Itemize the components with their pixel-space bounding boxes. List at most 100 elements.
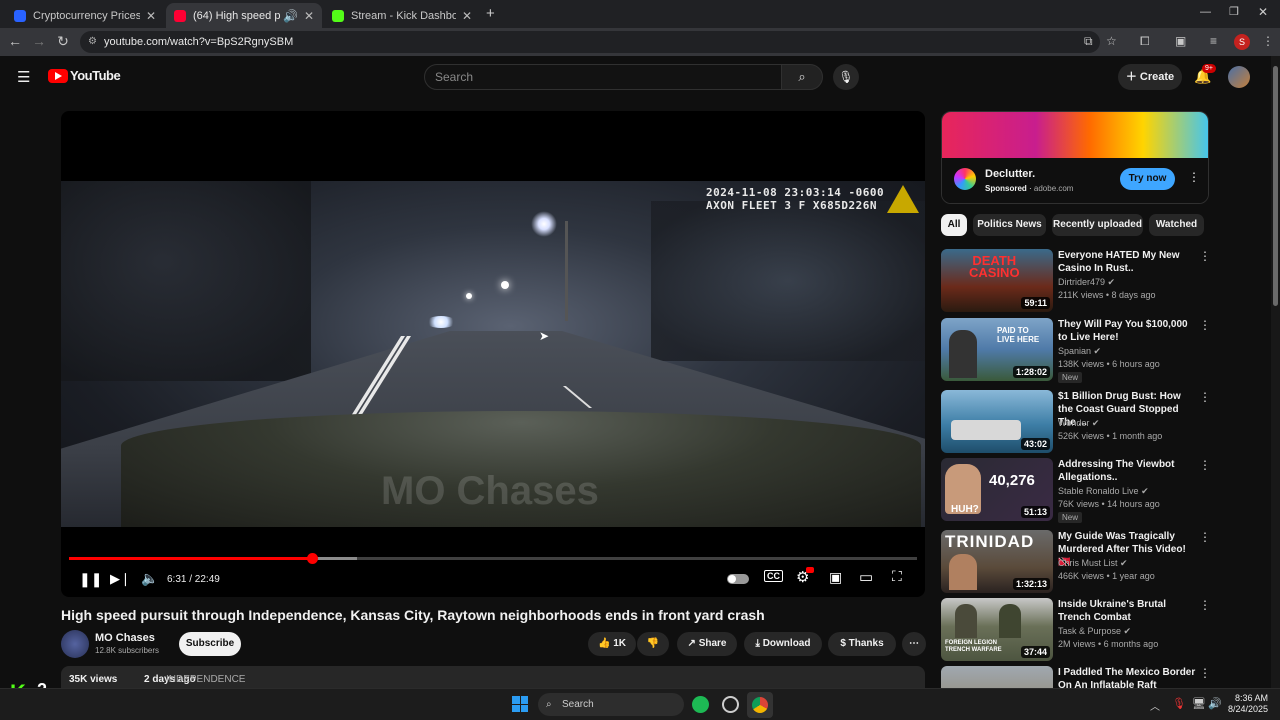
search-input[interactable]: Search: [424, 64, 782, 90]
close-tab-icon[interactable]: ✕: [304, 9, 314, 23]
chip-watched[interactable]: Watched: [1149, 214, 1204, 236]
recommended-video[interactable]: I Paddled The Mexico Border On An Inflat…: [941, 666, 1211, 688]
new-tab-button[interactable]: +: [486, 5, 495, 22]
ad-menu-icon[interactable]: ⋮: [1188, 170, 1200, 184]
rec-title[interactable]: Everyone HATED My New Casino In Rust..: [1058, 249, 1198, 275]
volume-icon[interactable]: 🔈: [141, 570, 158, 587]
video-thumbnail[interactable]: FOREIGN LEGION TRENCH WARFARE 37:44: [941, 598, 1053, 661]
extensions-icon[interactable]: ⧠: [1140, 34, 1150, 49]
chip-all[interactable]: All: [941, 214, 967, 236]
share-button[interactable]: ↗ Share: [677, 632, 737, 656]
spotify-icon[interactable]: [692, 696, 709, 713]
channel-name[interactable]: MO Chases: [95, 632, 155, 644]
create-button[interactable]: ＋ Create: [1118, 64, 1182, 90]
browser-tab-3[interactable]: Stream - Kick Dashboard ✕: [324, 3, 480, 28]
close-tab-icon[interactable]: ✕: [146, 9, 156, 23]
profile-avatar[interactable]: S: [1234, 34, 1250, 50]
window-close-icon[interactable]: ✕: [1258, 5, 1268, 19]
rec-menu-icon[interactable]: ⋮: [1199, 598, 1211, 612]
next-icon[interactable]: ▶❘: [110, 571, 131, 587]
theater-mode-icon[interactable]: ▭: [859, 568, 873, 586]
captions-icon[interactable]: CC: [764, 570, 783, 582]
scrollbar-thumb[interactable]: [1273, 66, 1278, 306]
speaker-tray-icon[interactable]: 🔊: [1208, 697, 1222, 710]
sponsored-ad[interactable]: Declutter. Sponsored · adobe.com Try now…: [941, 111, 1209, 204]
install-app-icon[interactable]: ⧉: [1084, 34, 1093, 49]
rec-menu-icon[interactable]: ⋮: [1199, 318, 1211, 332]
progress-scrubber[interactable]: [306, 553, 318, 564]
subscribe-button[interactable]: Subscribe: [179, 632, 241, 656]
autoplay-toggle[interactable]: [727, 574, 749, 584]
rec-channel[interactable]: Chris Must List ✔: [1058, 558, 1128, 569]
close-tab-icon[interactable]: ✕: [462, 9, 472, 23]
hamburger-menu-icon[interactable]: ☰: [17, 68, 30, 86]
restore-icon[interactable]: ❐: [1229, 5, 1239, 18]
hashtag[interactable]: INDEPENDENCE: [166, 674, 245, 685]
rec-channel[interactable]: Wonder ✔: [1058, 418, 1099, 429]
back-icon[interactable]: ←: [6, 33, 24, 49]
address-bar[interactable]: ⚙ youtube.com/watch?v=BpS2RgnySBM: [80, 31, 1100, 53]
account-avatar[interactable]: [1228, 66, 1250, 88]
ad-banner-image[interactable]: [942, 112, 1208, 158]
browser-tab-1[interactable]: Cryptocurrency Prices, Charts A ✕: [6, 3, 164, 28]
recommended-video[interactable]: 40,276 HUH? 51:13 Addressing The Viewbot…: [941, 458, 1211, 523]
reload-icon[interactable]: ↻: [54, 33, 72, 50]
minimize-icon[interactable]: —: [1200, 6, 1211, 18]
youtube-logo-text[interactable]: YouTube: [70, 68, 121, 83]
rec-channel[interactable]: Spanian ✔: [1058, 346, 1101, 357]
chip-recently-uploaded[interactable]: Recently uploaded: [1052, 214, 1143, 236]
recommended-video[interactable]: FOREIGN LEGION TRENCH WARFARE 37:44 Insi…: [941, 598, 1211, 662]
windows-start-icon[interactable]: [512, 696, 528, 712]
clock[interactable]: 8:36 AM 8/24/2025: [1224, 693, 1268, 715]
try-now-button[interactable]: Try now: [1120, 168, 1175, 190]
menu-kebab-icon[interactable]: ⋮: [1262, 34, 1274, 48]
rec-menu-icon[interactable]: ⋮: [1199, 666, 1211, 680]
site-info-icon[interactable]: ⚙: [88, 31, 97, 53]
youtube-logo-icon[interactable]: [48, 69, 68, 83]
search-button[interactable]: ⌕: [781, 64, 823, 90]
taskbar-chrome-active[interactable]: [747, 692, 773, 718]
recommended-video[interactable]: TRINIDAD 1:32:13 My Guide Was Tragically…: [941, 530, 1211, 594]
rec-title[interactable]: Inside Ukraine's Brutal Trench Combat: [1058, 598, 1198, 624]
rec-title[interactable]: I Paddled The Mexico Border On An Inflat…: [1058, 666, 1198, 688]
more-actions-button[interactable]: ⋯: [902, 632, 926, 656]
video-thumbnail[interactable]: 43:02: [941, 390, 1053, 453]
pause-icon[interactable]: ❚❚: [79, 571, 102, 588]
speaker-icon[interactable]: 🔊: [283, 9, 298, 23]
rec-menu-icon[interactable]: ⋮: [1199, 458, 1211, 472]
recommended-video[interactable]: 43:02 $1 Billion Drug Bust: How the Coas…: [941, 390, 1211, 454]
rec-menu-icon[interactable]: ⋮: [1199, 530, 1211, 544]
rec-channel[interactable]: Dirtrider479 ✔: [1058, 277, 1115, 288]
rec-channel[interactable]: Task & Purpose ✔: [1058, 626, 1131, 637]
voice-search-button[interactable]: 🎙: [833, 64, 859, 90]
video-thumbnail[interactable]: [941, 666, 1053, 688]
video-thumbnail[interactable]: 40,276 HUH? 51:13: [941, 458, 1053, 521]
thanks-button[interactable]: $ Thanks: [828, 632, 896, 656]
obs-icon[interactable]: [722, 696, 739, 713]
channel-avatar[interactable]: [61, 630, 89, 658]
miniplayer-icon[interactable]: ▣: [829, 569, 842, 586]
media-controls-icon[interactable]: ≡: [1210, 34, 1217, 48]
description-box[interactable]: 35K views 2 days ago INDEPENDENCE: [61, 666, 925, 688]
rec-title[interactable]: They Will Pay You $100,000 to Live Here!: [1058, 318, 1198, 344]
page-scrollbar[interactable]: [1271, 56, 1280, 688]
rec-menu-icon[interactable]: ⋮: [1199, 390, 1211, 404]
browser-tab-2[interactable]: (64) High speed pursuit thro 🔊 ✕: [166, 3, 322, 28]
microphone-tray-icon[interactable]: 🎙: [1172, 697, 1186, 710]
bookmark-star-icon[interactable]: ☆: [1106, 34, 1117, 48]
sidebar-icon[interactable]: ▣: [1175, 34, 1186, 48]
dislike-button[interactable]: 👎: [637, 632, 669, 656]
chip-politics-news[interactable]: Politics News: [973, 214, 1046, 236]
forward-icon[interactable]: →: [30, 33, 48, 49]
video-thumbnail[interactable]: PAID TO LIVE HERE 1:28:02: [941, 318, 1053, 381]
like-button[interactable]: 👍 1K: [588, 632, 636, 656]
video-frame[interactable]: 2024-11-08 23:03:14 -0600 AXON FLEET 3 F…: [61, 181, 925, 527]
recommended-video[interactable]: DEATH CASINO 59:11 Everyone HATED My New …: [941, 249, 1211, 313]
fullscreen-icon[interactable]: ⛶: [892, 568, 902, 585]
taskbar-search[interactable]: ⌕ Search: [538, 693, 684, 716]
recommended-video[interactable]: PAID TO LIVE HERE 1:28:02 They Will Pay Y…: [941, 318, 1211, 383]
rec-title[interactable]: Addressing The Viewbot Allegations..: [1058, 458, 1198, 484]
tray-chevron-icon[interactable]: ︿: [1150, 698, 1160, 713]
network-icon[interactable]: 🖥: [1192, 697, 1206, 710]
video-thumbnail[interactable]: DEATH CASINO 59:11: [941, 249, 1053, 312]
